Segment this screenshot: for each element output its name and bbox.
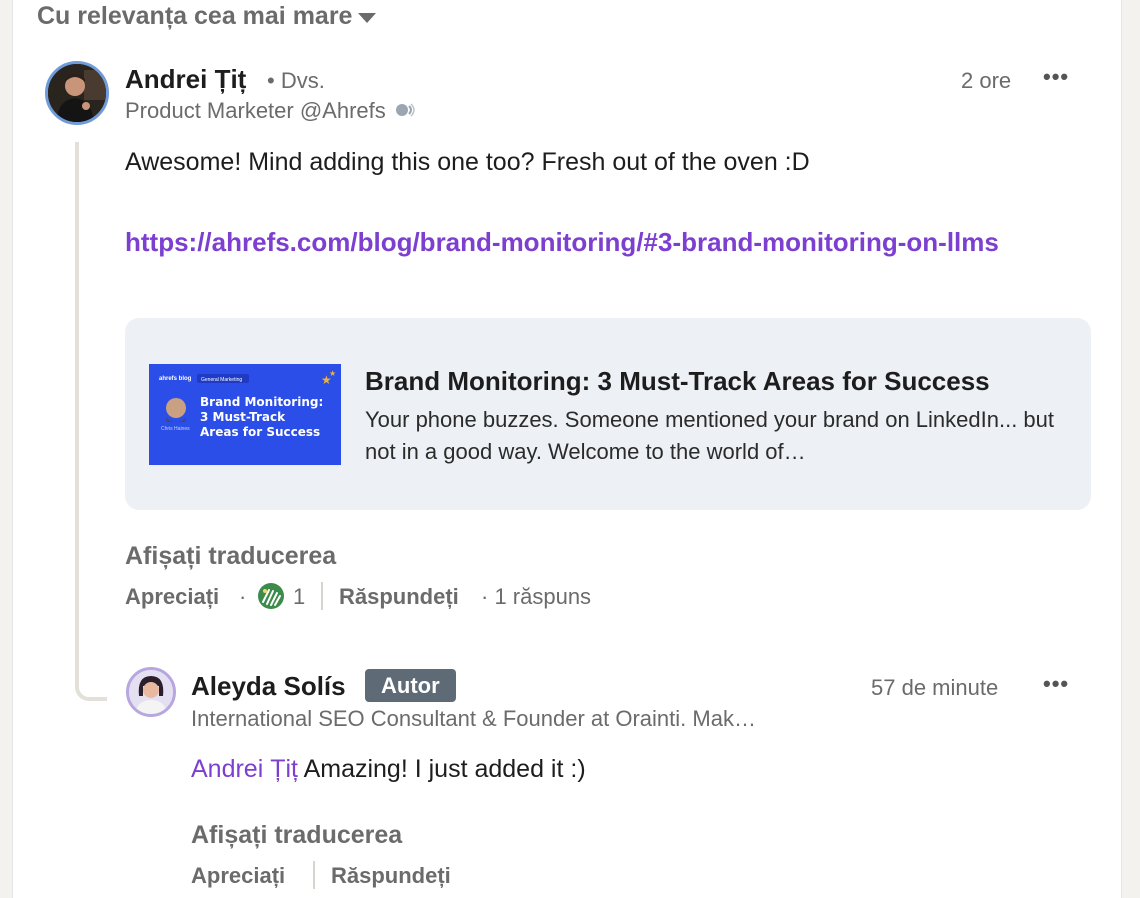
svg-text:Brand Monitoring:: Brand Monitoring:	[200, 395, 323, 409]
avatar[interactable]	[45, 61, 109, 125]
author-relation: • Dvs.	[267, 68, 325, 93]
more-icon[interactable]: •••	[1043, 671, 1069, 697]
thumb-author: Chris Haines	[161, 426, 190, 432]
like-button[interactable]: Apreciați	[191, 863, 285, 889]
link-preview-card[interactable]: ahrefs blog General Marketing ★ ★ Chris …	[125, 318, 1091, 510]
link-preview-description: Your phone buzzes. Someone mentioned you…	[365, 407, 1055, 464]
author-badge: Autor	[365, 669, 456, 702]
reply-button[interactable]: Răspundeți	[339, 584, 459, 610]
comment-author-headline: Product Marketer @Ahrefs	[125, 98, 386, 123]
svg-text:3 Must-Track: 3 Must-Track	[200, 410, 286, 424]
mention-link[interactable]: Andrei Țiț	[191, 755, 298, 783]
sort-label: Cu relevanța cea mai mare	[37, 2, 353, 30]
chevron-down-icon	[358, 12, 377, 23]
show-translation-button[interactable]: Afișați traducerea	[125, 542, 336, 571]
speaker-icon	[395, 103, 415, 117]
link-preview-thumbnail: ahrefs blog General Marketing ★ ★ Chris …	[149, 364, 341, 465]
like-button[interactable]: Apreciați	[125, 584, 219, 610]
thumb-tag: General Marketing	[201, 377, 242, 383]
celebrate-reaction-icon[interactable]	[257, 582, 285, 615]
avatar[interactable]	[126, 667, 176, 717]
avatar-photo	[48, 64, 106, 122]
sort-dropdown[interactable]: Cu relevanța cea mai mare	[37, 2, 377, 31]
reply-button[interactable]: Răspundeți	[331, 863, 451, 889]
svg-text:★: ★	[329, 369, 336, 378]
thumb-brand: ahrefs blog	[159, 376, 192, 382]
comment-link[interactable]: https://ahrefs.com/blog/brand-monitoring…	[125, 222, 1075, 262]
reply-author-headline: International SEO Consultant & Founder a…	[191, 706, 756, 731]
reply-author-name[interactable]: Aleyda Solís	[191, 671, 346, 702]
svg-text:Areas for Success: Areas for Success	[200, 425, 320, 439]
comment-time: 2 ore	[961, 68, 1012, 93]
reply-text-row: Andrei Țiț Amazing! I just added it :)	[191, 755, 586, 784]
comments-panel: Cu relevanța cea mai mare Andrei Țiț • D…	[12, 0, 1122, 898]
reply-text: Amazing! I just added it :)	[303, 755, 586, 783]
link-preview-title: Brand Monitoring: 3 Must-Track Areas for…	[365, 366, 990, 396]
thread-connector	[75, 142, 107, 701]
dot-separator: ·	[239, 584, 247, 609]
avatar-photo	[129, 670, 173, 714]
reaction-count[interactable]: 1	[293, 584, 305, 610]
comment-text: Awesome! Mind adding this one too? Fresh…	[125, 148, 810, 176]
show-translation-button[interactable]: Afișați traducerea	[191, 821, 402, 850]
comment-author-headline-row: Product Marketer @Ahrefs	[125, 98, 416, 124]
action-divider	[313, 861, 315, 889]
more-icon[interactable]: •••	[1043, 64, 1069, 90]
comment-author-name[interactable]: Andrei Țiț	[125, 64, 246, 95]
action-divider	[321, 582, 323, 610]
reply-time: 57 de minute	[871, 675, 999, 700]
reply-count[interactable]: · 1 răspuns	[481, 584, 591, 610]
